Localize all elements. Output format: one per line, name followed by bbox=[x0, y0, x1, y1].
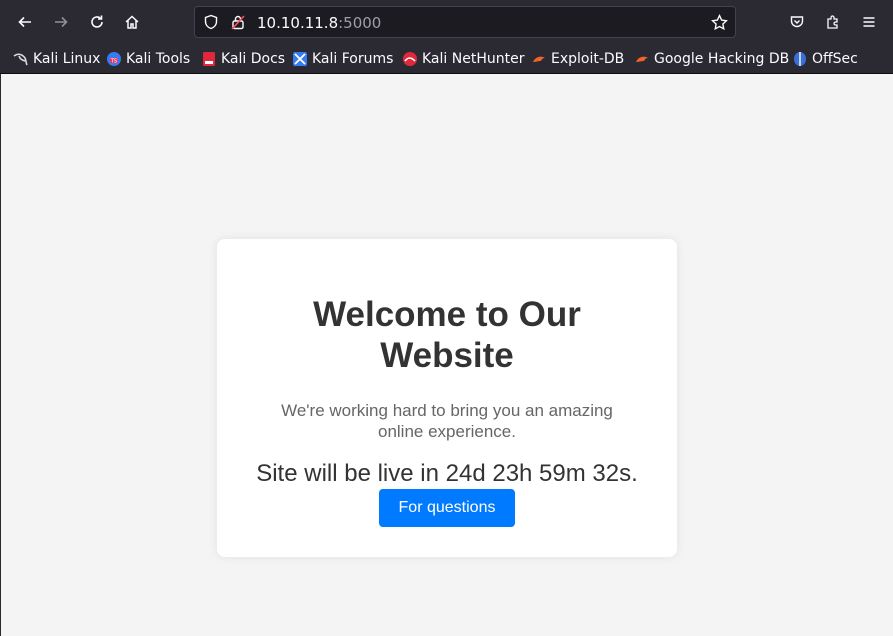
exploit-db-icon bbox=[533, 56, 545, 62]
browser-toolbar: 10.10.11.8:5000 bbox=[0, 0, 893, 44]
url-host: 10.10.11.8 bbox=[257, 14, 339, 32]
bookmark-google-hacking-db[interactable]: Google Hacking DB bbox=[634, 50, 789, 68]
countdown-text: Site will be live in 24d 23h 59m 32s. bbox=[256, 460, 638, 487]
kali-nethunter-icon bbox=[403, 52, 417, 66]
back-arrow-icon bbox=[18, 16, 31, 28]
bookmark-label: Kali Linux bbox=[33, 51, 101, 67]
forward-button[interactable] bbox=[47, 8, 75, 36]
kali-forums-icon bbox=[293, 52, 307, 66]
back-button[interactable] bbox=[11, 8, 39, 36]
offsec-icon bbox=[794, 52, 806, 66]
puzzle-piece-icon bbox=[827, 15, 838, 29]
reload-icon bbox=[91, 15, 103, 28]
url-text[interactable]: 10.10.11.8:5000 bbox=[257, 14, 381, 32]
bookmark-offsec[interactable]: OffSec bbox=[792, 50, 858, 68]
bookmark-label: Kali Forums bbox=[312, 51, 394, 67]
shield-icon[interactable] bbox=[203, 14, 219, 30]
bookmark-label: Kali Tools bbox=[126, 51, 191, 67]
kali-docs-icon bbox=[203, 52, 215, 66]
url-port: :5000 bbox=[338, 14, 382, 32]
bookmark-label: Kali Docs bbox=[221, 51, 286, 67]
forward-arrow-icon bbox=[55, 16, 68, 28]
bookmark-label: Kali NetHunter bbox=[422, 51, 525, 67]
svg-text:TS: TS bbox=[110, 59, 117, 65]
bookmark-label: Google Hacking DB bbox=[654, 51, 790, 67]
ghdb-icon bbox=[636, 56, 648, 62]
bookmarks-toolbar: Kali Linux TS Kali Tools Kali Docs Kali … bbox=[0, 44, 893, 74]
menu-button[interactable] bbox=[855, 8, 883, 36]
page-title: Welcome to Our Website bbox=[313, 295, 581, 375]
page-viewport: Welcome to Our Website We're working har… bbox=[1, 74, 893, 636]
bookmark-kali-nethunter[interactable]: Kali NetHunter bbox=[402, 50, 524, 68]
bookmark-exploit-db[interactable]: Exploit-DB bbox=[531, 50, 624, 68]
bookmark-kali-forums[interactable]: Kali Forums bbox=[292, 50, 393, 68]
questions-button[interactable]: For questions bbox=[379, 489, 515, 527]
home-icon bbox=[125, 15, 139, 29]
bookmark-kali-tools[interactable]: TS Kali Tools bbox=[106, 50, 190, 68]
home-button[interactable] bbox=[118, 8, 146, 36]
bookmark-label: Exploit-DB bbox=[551, 51, 625, 67]
bookmark-kali-docs[interactable]: Kali Docs bbox=[201, 50, 285, 68]
pocket-icon bbox=[790, 16, 804, 28]
page-description: We're working hard to bring you an amazi… bbox=[281, 401, 613, 441]
bookmark-label: OffSec bbox=[812, 51, 858, 67]
kali-tools-icon: TS bbox=[107, 52, 121, 66]
reload-button[interactable] bbox=[83, 8, 111, 36]
extensions-button[interactable] bbox=[819, 8, 847, 36]
hamburger-menu-icon bbox=[863, 17, 875, 27]
kali-dragon-icon bbox=[13, 53, 28, 66]
bookmark-star-icon[interactable] bbox=[711, 14, 728, 31]
welcome-card: Welcome to Our Website We're working har… bbox=[217, 239, 677, 557]
address-bar[interactable]: 10.10.11.8:5000 bbox=[194, 6, 736, 38]
bookmark-kali-linux[interactable]: Kali Linux bbox=[13, 50, 100, 68]
pocket-button[interactable] bbox=[783, 8, 811, 36]
insecure-lock-icon[interactable] bbox=[230, 14, 246, 30]
